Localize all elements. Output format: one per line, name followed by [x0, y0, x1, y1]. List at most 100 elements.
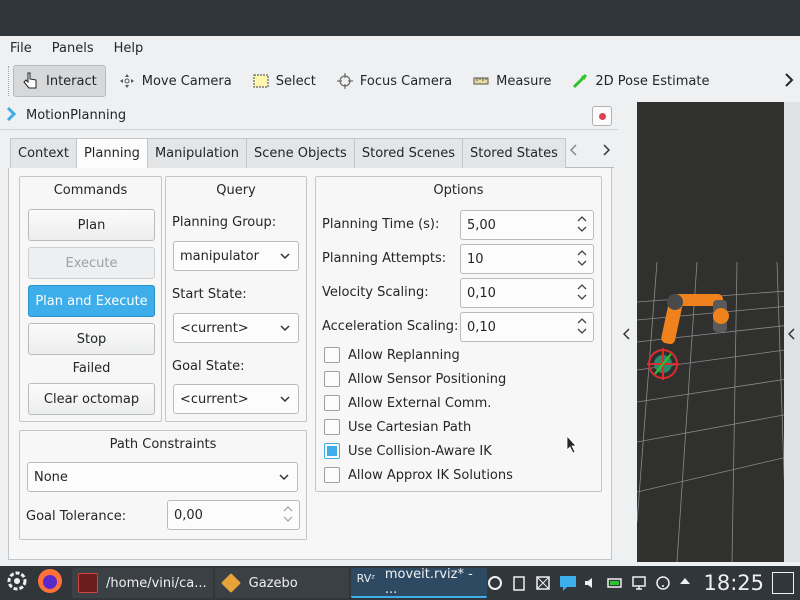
planning-time-value: 5,00 — [467, 217, 496, 233]
tool-select[interactable]: Select — [244, 65, 324, 97]
velocity-scaling-value: 0,10 — [467, 285, 496, 301]
checkbox-box-checked — [324, 443, 340, 459]
application-launcher-icon[interactable] — [4, 568, 30, 598]
spin-arrows-icon — [577, 214, 587, 234]
planning-group-select[interactable]: manipulator — [173, 241, 299, 271]
network-icon[interactable] — [631, 575, 647, 591]
execute-button[interactable]: Execute — [28, 247, 155, 279]
close-icon[interactable] — [592, 106, 612, 126]
tab-stored-states[interactable]: Stored States — [462, 138, 566, 168]
chat-icon[interactable] — [559, 575, 577, 591]
chevron-up-icon[interactable] — [679, 575, 695, 591]
chevron-right-icon[interactable] — [784, 72, 794, 91]
task-rviz[interactable]: RVᶻ moveit.rviz* - ... — [350, 567, 487, 598]
checkbox-box — [324, 347, 340, 363]
chevron-right-icon[interactable] — [602, 144, 611, 160]
menu-help[interactable]: Help — [114, 41, 144, 56]
volume-icon[interactable] — [583, 575, 599, 591]
planning-group-label: Planning Group: — [172, 215, 277, 230]
checkbox-label: Use Cartesian Path — [348, 419, 472, 435]
firefox-icon[interactable] — [36, 567, 64, 599]
tool-interact[interactable]: Interact — [13, 65, 106, 97]
tool-label: Select — [275, 73, 316, 89]
tab-planning[interactable]: Planning — [75, 138, 148, 168]
screenshot-icon[interactable] — [535, 575, 551, 591]
commands-title: Commands — [53, 183, 128, 198]
clear-octomap-button[interactable]: Clear octomap — [28, 383, 155, 415]
allow-external-comm-checkbox[interactable]: Allow External Comm. — [324, 395, 491, 411]
mouse-cursor-icon — [566, 434, 578, 457]
cursor-hand-icon — [22, 72, 40, 90]
terminal-icon — [78, 573, 98, 593]
panel-icon — [6, 106, 18, 125]
start-state-select[interactable]: <current> — [173, 313, 299, 343]
velocity-scaling-spinbox[interactable]: 0,10 — [460, 278, 594, 308]
path-constraints-title: Path Constraints — [109, 437, 217, 452]
robot-scene — [637, 261, 800, 562]
task-terminal[interactable]: /home/vini/ca... — [72, 568, 213, 598]
tab-scene-objects[interactable]: Scene Objects — [245, 138, 355, 168]
chevron-down-icon — [280, 250, 290, 265]
clipboard-icon[interactable] — [511, 575, 527, 591]
tool-label: 2D Pose Estimate — [595, 73, 710, 89]
plan-status-text: Failed — [72, 361, 111, 376]
planning-attempts-spinbox[interactable]: 10 — [460, 244, 594, 274]
path-constraints-group: Path Constraints None Goal Tolerance: 0,… — [19, 430, 307, 540]
taskbar: /home/vini/ca... Gazebo RVᶻ moveit.rviz*… — [0, 566, 800, 600]
task-label: Gazebo — [248, 575, 298, 591]
stop-button[interactable]: Stop — [28, 323, 155, 355]
plan-and-execute-button[interactable]: Plan and Execute — [28, 285, 155, 317]
menu-panels[interactable]: Panels — [52, 41, 94, 56]
goal-state-label: Goal State: — [172, 359, 245, 374]
window-titlebar[interactable] — [0, 0, 800, 36]
path-constraints-select[interactable]: None — [27, 462, 298, 492]
checkbox-box — [324, 395, 340, 411]
allow-approx-ik-checkbox[interactable]: Allow Approx IK Solutions — [324, 467, 513, 483]
tool-label: Interact — [46, 73, 97, 89]
tool-focus-camera[interactable]: Focus Camera — [328, 65, 460, 97]
goal-state-select[interactable]: <current> — [173, 384, 299, 414]
tool-label: Focus Camera — [359, 73, 453, 89]
commands-group: Commands Plan Execute Plan and Execute S… — [19, 176, 162, 422]
toolbar-grip[interactable] — [8, 66, 12, 96]
chevron-left-icon[interactable] — [569, 144, 578, 160]
rviz-icon: RVᶻ — [356, 572, 376, 585]
goal-state-value: <current> — [180, 391, 249, 407]
pose-arrow-icon — [571, 72, 589, 90]
planning-time-label: Planning Time (s): — [322, 217, 440, 232]
help-icon[interactable] — [655, 575, 671, 591]
acceleration-scaling-spinbox[interactable]: 0,10 — [460, 312, 594, 342]
right-dock-handle[interactable] — [784, 102, 800, 562]
goal-tolerance-spinbox[interactable]: 0,00 — [167, 500, 300, 530]
menu-file[interactable]: File — [10, 41, 32, 56]
tab-manipulation[interactable]: Manipulation — [146, 138, 247, 168]
velocity-scaling-label: Velocity Scaling: — [322, 285, 429, 300]
tool-move-camera[interactable]: Move Camera — [110, 65, 240, 97]
use-collision-aware-ik-checkbox[interactable]: Use Collision-Aware IK — [324, 443, 492, 459]
show-desktop-icon[interactable] — [772, 572, 794, 594]
allow-replanning-checkbox[interactable]: Allow Replanning — [324, 347, 460, 363]
spin-arrows-icon — [577, 282, 587, 302]
allow-sensor-positioning-checkbox[interactable]: Allow Sensor Positioning — [324, 371, 506, 387]
tab-stored-scenes[interactable]: Stored Scenes — [353, 138, 463, 168]
motion-planning-panel: MotionPlanning Context Planning Manipula… — [0, 102, 618, 562]
gazebo-icon — [220, 573, 241, 593]
task-gazebo[interactable]: Gazebo — [214, 568, 349, 598]
use-cartesian-path-checkbox[interactable]: Use Cartesian Path — [324, 419, 471, 435]
tool-measure[interactable]: Measure — [464, 65, 559, 97]
battery-icon[interactable] — [607, 575, 623, 591]
chevron-left-icon — [788, 328, 795, 340]
updates-icon[interactable] — [487, 575, 503, 591]
plan-button[interactable]: Plan — [28, 209, 155, 241]
tool-label: Move Camera — [141, 73, 232, 89]
rviz-3d-viewport[interactable] — [637, 102, 800, 562]
panel-collapse-handle[interactable] — [618, 102, 637, 562]
tool-2d-pose-estimate[interactable]: 2D Pose Estimate — [563, 65, 717, 97]
spin-arrows-icon — [577, 316, 587, 336]
planning-time-spinbox[interactable]: 5,00 — [460, 210, 594, 240]
checkbox-label: Allow Sensor Positioning — [348, 371, 507, 387]
panel-titlebar[interactable]: MotionPlanning — [0, 102, 618, 130]
tab-context[interactable]: Context — [10, 138, 77, 168]
clock[interactable]: 18:25 — [703, 571, 764, 595]
tool-label: Measure — [496, 73, 552, 89]
